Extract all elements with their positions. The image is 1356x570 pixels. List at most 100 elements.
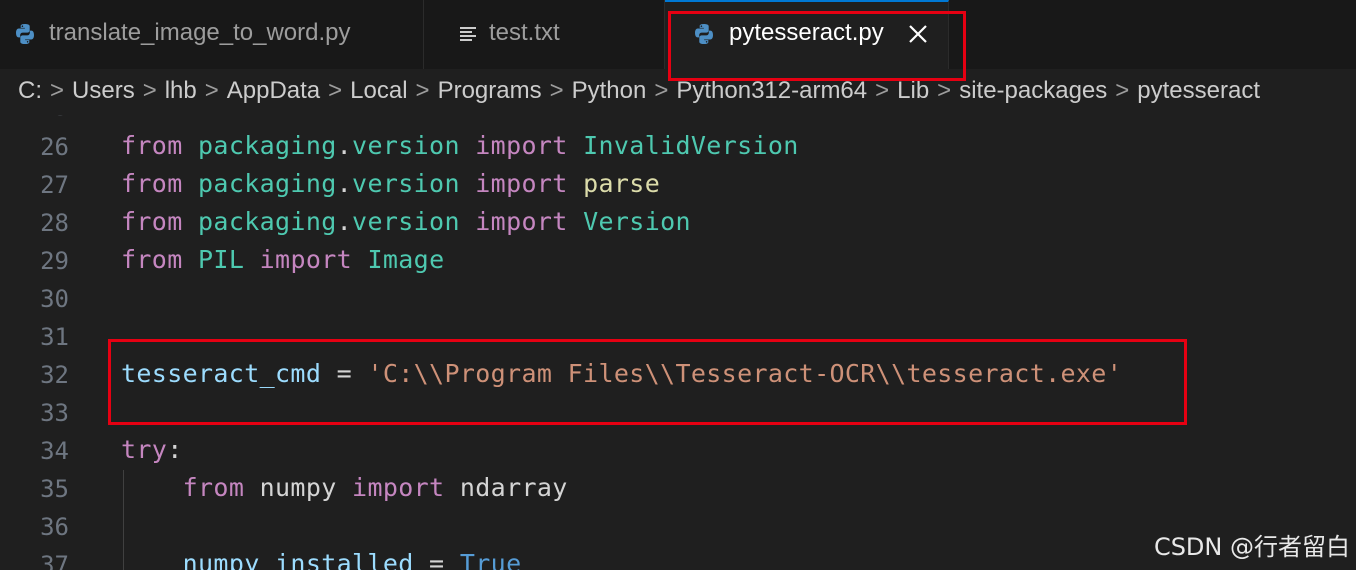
code-token: packaging (198, 169, 337, 198)
code-token: ndarray (459, 473, 568, 502)
code-token: from (121, 131, 183, 160)
line-number: 26 (40, 133, 69, 161)
code-text: from packaging.version import Version (121, 207, 691, 236)
chevron-right-icon: > (142, 77, 157, 104)
editor-line: 29 from PIL import Image (0, 243, 1356, 281)
code-token: packaging (198, 207, 337, 236)
editor-line: 25 (0, 115, 1356, 127)
code-token: import (475, 131, 568, 160)
code-token: try (121, 435, 168, 464)
code-token: import (475, 169, 568, 198)
watermark: CSDN @行者留白 (1153, 533, 1350, 561)
chevron-right-icon: > (937, 77, 952, 104)
breadcrumb-item[interactable]: Python (572, 77, 647, 104)
chevron-right-icon: > (415, 77, 430, 104)
code-token: InvalidVersion (583, 131, 799, 160)
code-text: numpy_installed = True (121, 549, 522, 570)
breadcrumb-path: C: > Users > lhb > AppData > Local > Programs > Pyth… (18, 77, 1260, 105)
tab-test-txt[interactable]: test.txt (424, 0, 665, 69)
breadcrumb-item[interactable]: C: (18, 77, 42, 104)
code-token: . (336, 207, 353, 236)
chevron-right-icon: > (654, 77, 669, 104)
tab-translate-image-to-word[interactable]: translate_image_to_word.py (0, 0, 424, 69)
breadcrumb-item[interactable]: AppData (227, 77, 320, 104)
code-token: . (336, 169, 353, 198)
chevron-right-icon: > (1115, 77, 1130, 104)
line-number: 27 (40, 171, 69, 199)
line-number: 37 (40, 551, 69, 570)
code-token: = (413, 549, 460, 570)
code-token: version (352, 207, 460, 236)
chevron-right-icon: > (50, 77, 65, 104)
python-icon (16, 24, 34, 44)
editor-line: 30 (0, 281, 1356, 319)
breadcrumb-item[interactable]: site-packages (959, 77, 1107, 104)
code-token: from (121, 169, 183, 198)
breadcrumb-item[interactable]: Users (72, 77, 135, 104)
line-number: 36 (40, 513, 69, 541)
code-token: import (352, 473, 445, 502)
chevron-right-icon: > (328, 77, 343, 104)
editor-line: 37 numpy_installed = True (0, 547, 1356, 570)
code-token: version (352, 169, 460, 198)
annotation-box-active-tab (668, 11, 966, 81)
line-number: 30 (40, 285, 69, 313)
code-token: from (182, 473, 245, 502)
code-token: PIL (198, 245, 245, 274)
chevron-right-icon: > (204, 77, 219, 104)
breadcrumb-item[interactable]: pytesseract (1137, 77, 1260, 104)
breadcrumb-item[interactable]: Programs (438, 77, 542, 104)
editor-line: 34 try: (0, 433, 1356, 471)
code-text: from PIL import Image (121, 245, 444, 274)
editor-line: 35 from numpy import ndarray (0, 471, 1356, 509)
tab-label: translate_image_to_word.py (49, 19, 351, 46)
code-text: from packaging.version import parse (121, 169, 660, 198)
line-number: 33 (40, 399, 69, 427)
code-text: try: (121, 435, 183, 464)
indent-guide (123, 470, 124, 570)
breadcrumb-item[interactable]: Local (350, 77, 407, 104)
editor-line: 26 from packaging.version import InvalidV… (0, 129, 1356, 167)
code-token: Version (583, 207, 691, 236)
code-token: from (121, 207, 183, 236)
line-number: 25 (0, 115, 69, 121)
line-number: 29 (40, 247, 69, 275)
tab-label: test.txt (489, 19, 560, 46)
editor-line: 36 (0, 509, 1356, 547)
code-token: packaging (198, 131, 337, 160)
code-token: numpy_installed (182, 549, 414, 570)
chevron-right-icon: > (549, 77, 564, 104)
code-token: version (352, 131, 460, 160)
code-token: parse (583, 169, 661, 198)
code-text: from packaging.version import InvalidVer… (121, 131, 799, 160)
code-token: from (121, 245, 183, 274)
line-number: 31 (40, 323, 69, 351)
code-token: import (259, 245, 353, 274)
code-token: numpy (259, 473, 337, 502)
annotation-box-tesseract-cmd (108, 339, 1187, 425)
code-token: import (475, 207, 568, 236)
breadcrumb-item[interactable]: lhb (165, 77, 197, 104)
line-number: 35 (40, 475, 69, 503)
breadcrumb-item[interactable]: Lib (897, 77, 929, 104)
line-number: 32 (40, 361, 69, 389)
breadcrumb-item[interactable]: Python312-arm64 (676, 77, 867, 104)
editor-line: 28 from packaging.version import Version (0, 205, 1356, 243)
editor-line: 27 from packaging.version import parse (0, 167, 1356, 205)
